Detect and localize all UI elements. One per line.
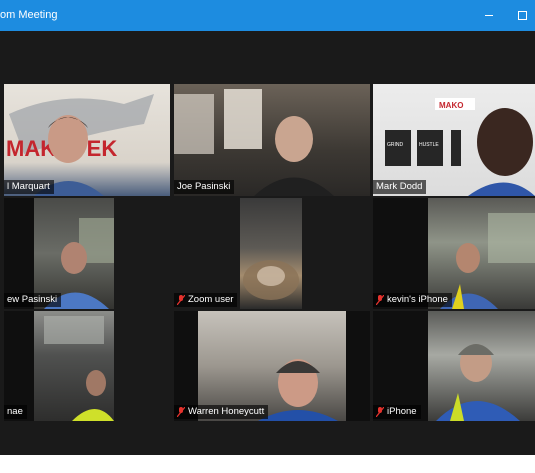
video-tile-active-speaker[interactable]: Joe Pasinski [174,84,370,196]
video-tile[interactable]: MAKO GRIND HUSTLE Mark Dodd [373,84,535,196]
participant-name: iPhone [387,406,417,417]
participant-nameplate: Warren Honeycutt [174,405,269,419]
participant-video [428,311,535,421]
window-bottom-edge [0,455,535,473]
participant-name: kevin's iPhone [387,294,448,305]
svg-text:MAKO: MAKO [439,101,463,110]
video-tile[interactable]: nae [4,311,114,421]
svg-text:GRIND: GRIND [387,142,404,148]
participant-name: Joe Pasinski [177,181,231,192]
minimize-button[interactable] [480,6,498,24]
participant-nameplate: Joe Pasinski [174,180,235,194]
microphone-muted-icon [376,407,384,417]
video-tile[interactable]: Zoom user [174,198,370,309]
participant-name: Mark Dodd [376,181,423,192]
video-tile[interactable]: kevin's iPhone [373,198,535,309]
participant-name: l Marquart [7,181,50,192]
participant-nameplate: kevin's iPhone [373,293,452,307]
gallery-view: MAKOTEK l Marquart Joe Pasinski [0,31,535,455]
participant-video [240,198,302,309]
window-title: om Meeting [0,9,58,21]
participant-name: ew Pasinski [7,294,58,305]
participant-name: Warren Honeycutt [188,406,265,417]
participant-name: Zoom user [188,294,234,305]
participant-nameplate: Mark Dodd [373,180,427,194]
participant-nameplate: l Marquart [4,180,54,194]
participant-nameplate: iPhone [373,405,421,419]
microphone-muted-icon [177,407,185,417]
video-tile[interactable]: iPhone [373,311,535,421]
video-tile[interactable]: Warren Honeycutt [174,311,370,421]
participant-nameplate: Zoom user [174,293,238,307]
participant-name: nae [7,406,23,417]
participant-nameplate: nae [4,405,27,419]
participant-video [34,311,114,421]
title-bar: om Meeting [0,0,535,31]
svg-text:HUSTLE: HUSTLE [419,142,439,148]
video-tile[interactable]: MAKOTEK l Marquart [4,84,170,196]
participant-nameplate: ew Pasinski [4,293,62,307]
microphone-muted-icon [177,295,185,305]
microphone-muted-icon [376,295,384,305]
video-tile[interactable]: ew Pasinski [4,198,114,309]
maximize-button[interactable] [513,6,531,24]
